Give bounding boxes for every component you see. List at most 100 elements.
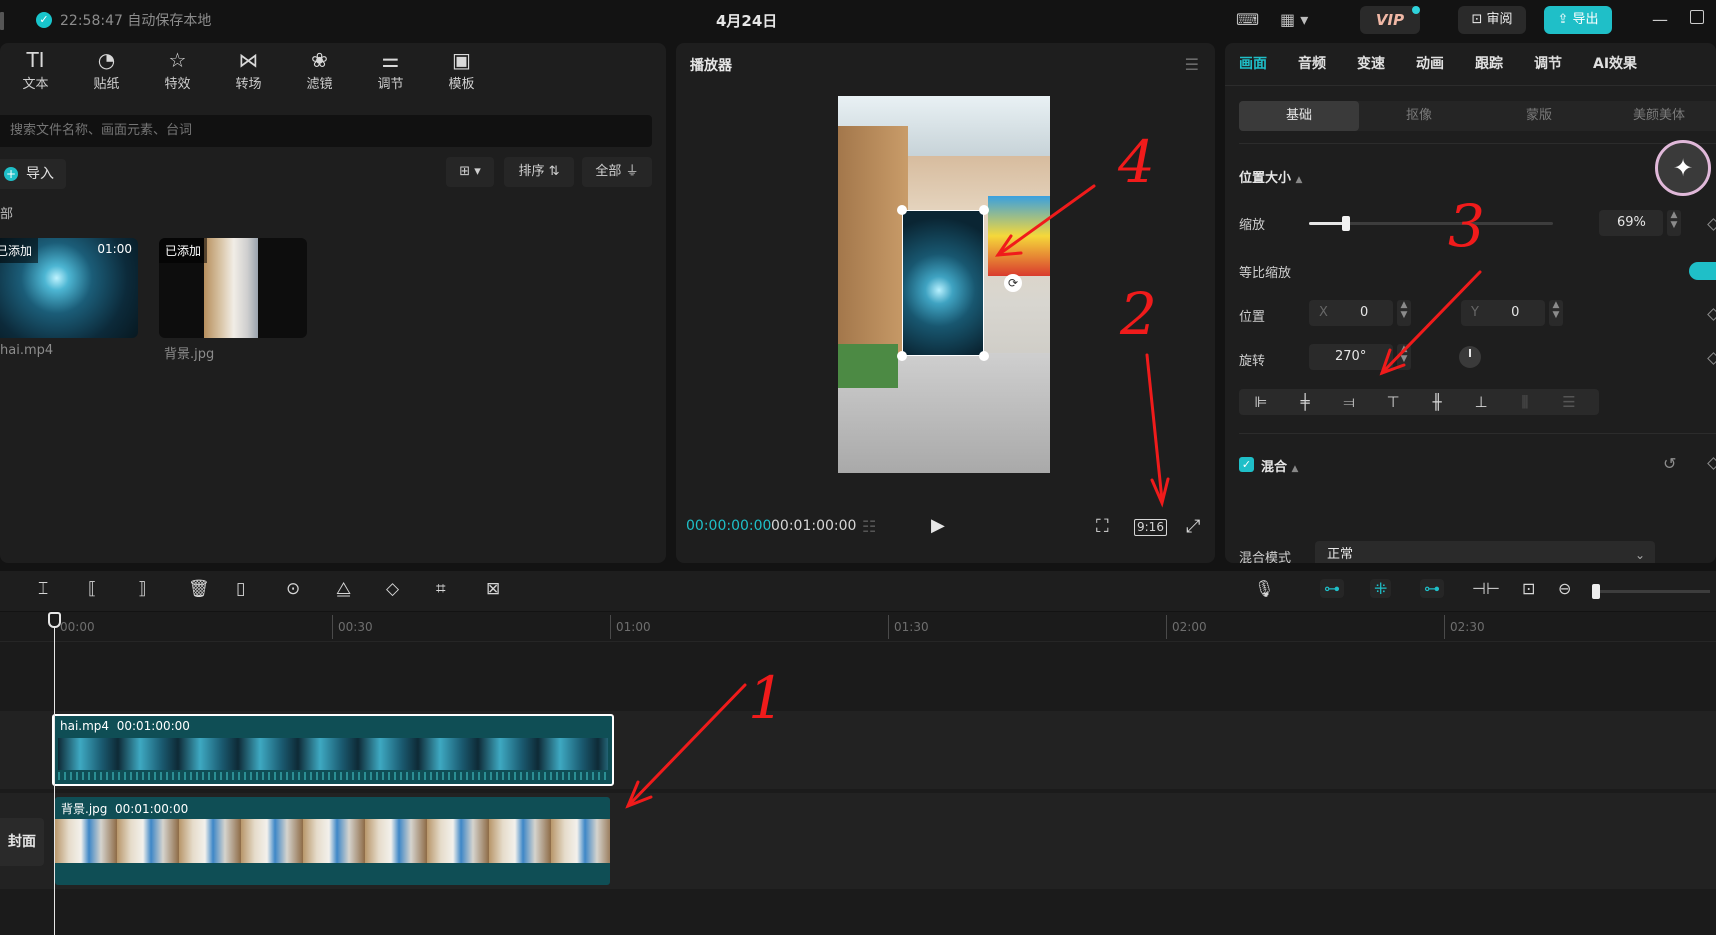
- aspect-ratio-button[interactable]: 9:16: [1134, 519, 1167, 536]
- subtab-beauty[interactable]: 美颜美体: [1599, 101, 1716, 131]
- resize-handle-bottom-left[interactable]: [897, 351, 907, 361]
- view-mode-button[interactable]: ⊞ ▾: [446, 157, 494, 187]
- vip-button[interactable]: VIP: [1360, 6, 1420, 34]
- rotation-value-field[interactable]: 270°: [1309, 344, 1393, 370]
- resize-handle-bottom-right[interactable]: [979, 351, 989, 361]
- fit-view-icon[interactable]: ⛶: [1096, 516, 1109, 537]
- resize-handle-top-right[interactable]: [979, 205, 989, 215]
- playhead-handle[interactable]: [48, 612, 61, 628]
- rotation-dial-icon[interactable]: [1459, 346, 1481, 368]
- keyframe-diamond-icon[interactable]: [1707, 457, 1716, 470]
- subtab-mask[interactable]: 蒙版: [1479, 101, 1599, 131]
- scale-stepper-icon[interactable]: ▲ ▼: [1667, 210, 1681, 236]
- distribute-horizontal-icon[interactable]: ⫼: [1503, 393, 1547, 411]
- minimize-icon[interactable]: —: [1652, 10, 1668, 29]
- tab-speed[interactable]: 变速: [1357, 53, 1385, 73]
- cover-button[interactable]: 封面: [0, 818, 44, 866]
- tab-tracking[interactable]: 跟踪: [1475, 53, 1503, 73]
- zoom-fit-icon[interactable]: ⊡: [1522, 579, 1535, 598]
- fullscreen-icon[interactable]: ⤢: [1186, 516, 1200, 537]
- grid-overlay-icon[interactable]: ☷: [862, 517, 876, 536]
- assistant-avatar-icon[interactable]: ✦: [1655, 140, 1711, 196]
- rotate-icon[interactable]: ◇: [386, 579, 399, 599]
- tool-sticker[interactable]: ◔ 贴纸: [71, 47, 142, 92]
- blend-mode-select[interactable]: 正常 ⌄: [1315, 541, 1655, 563]
- timeline-clip-background-jpg[interactable]: 背景.jpg 00:01:00:00: [55, 797, 610, 885]
- keyframe-diamond-icon[interactable]: [1707, 308, 1716, 321]
- auto-snap-icon[interactable]: ⁜: [1370, 579, 1392, 598]
- tab-audio[interactable]: 音频: [1298, 53, 1326, 73]
- tool-template[interactable]: ▣ 模板: [426, 47, 497, 92]
- rotation-stepper-icon[interactable]: ▲ ▼: [1397, 344, 1411, 370]
- align-center-horizontal-icon[interactable]: ╪: [1283, 393, 1327, 411]
- position-x-stepper-icon[interactable]: ▲ ▼: [1397, 300, 1411, 326]
- preview-canvas[interactable]: ⟳: [838, 96, 1050, 473]
- scale-value-field[interactable]: 69%: [1599, 210, 1663, 236]
- timeline-zoom-knob[interactable]: [1592, 584, 1600, 599]
- align-bottom-icon[interactable]: ⊥: [1459, 393, 1503, 411]
- tab-animation[interactable]: 动画: [1416, 53, 1444, 73]
- mirror-icon[interactable]: ⧋: [336, 579, 351, 599]
- review-button[interactable]: ⊡ 审阅: [1458, 6, 1526, 34]
- scale-slider-knob[interactable]: [1341, 216, 1350, 231]
- align-top-icon[interactable]: ⊤: [1371, 393, 1415, 411]
- timeline-zoom-slider[interactable]: [1594, 590, 1710, 593]
- uniform-scale-toggle[interactable]: [1689, 262, 1716, 280]
- blend-checkbox[interactable]: ✓: [1239, 457, 1254, 472]
- time-ruler[interactable]: 00:00 00:30 01:00 01:30 02:00 02:30: [0, 612, 1716, 642]
- smart-crop-icon[interactable]: ⊠: [486, 579, 500, 599]
- position-x-field[interactable]: X 0: [1309, 300, 1393, 326]
- selected-overlay-clip[interactable]: [902, 210, 984, 356]
- subtab-cutout[interactable]: 抠像: [1359, 101, 1479, 131]
- media-item-background-jpg[interactable]: 已添加: [159, 238, 307, 338]
- reverse-icon[interactable]: ⊙: [286, 579, 300, 599]
- scale-slider[interactable]: [1309, 216, 1553, 231]
- delete-icon[interactable]: 🗑: [188, 579, 210, 599]
- keyframe-diamond-icon[interactable]: [1707, 352, 1716, 365]
- resize-handle-top-left[interactable]: [897, 205, 907, 215]
- zoom-out-icon[interactable]: ⊖: [1558, 579, 1571, 598]
- tab-ai-effects[interactable]: AI效果: [1593, 53, 1637, 73]
- distribute-vertical-icon[interactable]: ☰: [1547, 393, 1591, 411]
- reset-icon[interactable]: ↺: [1663, 454, 1676, 473]
- tool-adjust[interactable]: ⚌ 调节: [355, 47, 426, 92]
- rotate-handle-icon[interactable]: ⟳: [1004, 274, 1022, 292]
- main-track-magnet-icon[interactable]: ⊶: [1320, 579, 1344, 598]
- preview-axis-icon[interactable]: ⊣⊢: [1472, 579, 1500, 598]
- import-button[interactable]: + 导入: [0, 159, 66, 189]
- blend-heading[interactable]: 混合 ▲: [1261, 456, 1298, 475]
- tool-text[interactable]: TI 文本: [0, 47, 71, 92]
- linkage-icon[interactable]: ⊶: [1420, 579, 1444, 598]
- maximize-icon[interactable]: [1690, 10, 1704, 24]
- align-right-icon[interactable]: ⫤: [1327, 393, 1371, 411]
- keyboard-icon[interactable]: ⌨: [1236, 10, 1259, 29]
- menu-edge-handle[interactable]: [0, 12, 4, 30]
- align-left-icon[interactable]: ⊫: [1239, 393, 1283, 411]
- position-size-heading[interactable]: 位置大小 ▲: [1239, 167, 1302, 186]
- playhead-line[interactable]: [54, 612, 55, 935]
- play-icon[interactable]: ▶: [931, 515, 945, 536]
- tool-filter[interactable]: ❀ 滤镜: [284, 47, 355, 92]
- crop-icon[interactable]: ⌗: [436, 579, 446, 599]
- position-y-field[interactable]: Y 0: [1461, 300, 1545, 326]
- hamburger-menu-icon[interactable]: ☰: [1185, 55, 1199, 74]
- layout-icon[interactable]: ▦ ▾: [1280, 10, 1308, 29]
- media-item-hai-mp4[interactable]: 已添加 01:00: [0, 238, 138, 338]
- microphone-icon[interactable]: 🎙: [1254, 579, 1274, 598]
- keyframe-diamond-icon[interactable]: [1707, 218, 1716, 231]
- split-icon[interactable]: ⌶: [38, 579, 48, 599]
- tab-adjust[interactable]: 调节: [1534, 53, 1562, 73]
- filter-all-button[interactable]: 全部 ⏚: [582, 157, 652, 187]
- align-center-vertical-icon[interactable]: ╫: [1415, 393, 1459, 411]
- export-button[interactable]: ⇪ 导出: [1544, 6, 1612, 34]
- tool-transition[interactable]: ⋈ 转场: [213, 47, 284, 92]
- media-search-input[interactable]: [0, 115, 652, 147]
- subtab-basic[interactable]: 基础: [1239, 101, 1359, 131]
- delete-right-icon[interactable]: ⟧: [138, 579, 146, 599]
- delete-left-icon[interactable]: ⟦: [88, 579, 96, 599]
- tab-picture[interactable]: 画面: [1239, 53, 1267, 73]
- tool-effects[interactable]: ☆ 特效: [142, 47, 213, 92]
- freeze-frame-icon[interactable]: ▯: [236, 579, 245, 599]
- timeline-clip-hai-mp4[interactable]: hai.mp4 00:01:00:00: [52, 714, 614, 786]
- position-y-stepper-icon[interactable]: ▲ ▼: [1549, 300, 1563, 326]
